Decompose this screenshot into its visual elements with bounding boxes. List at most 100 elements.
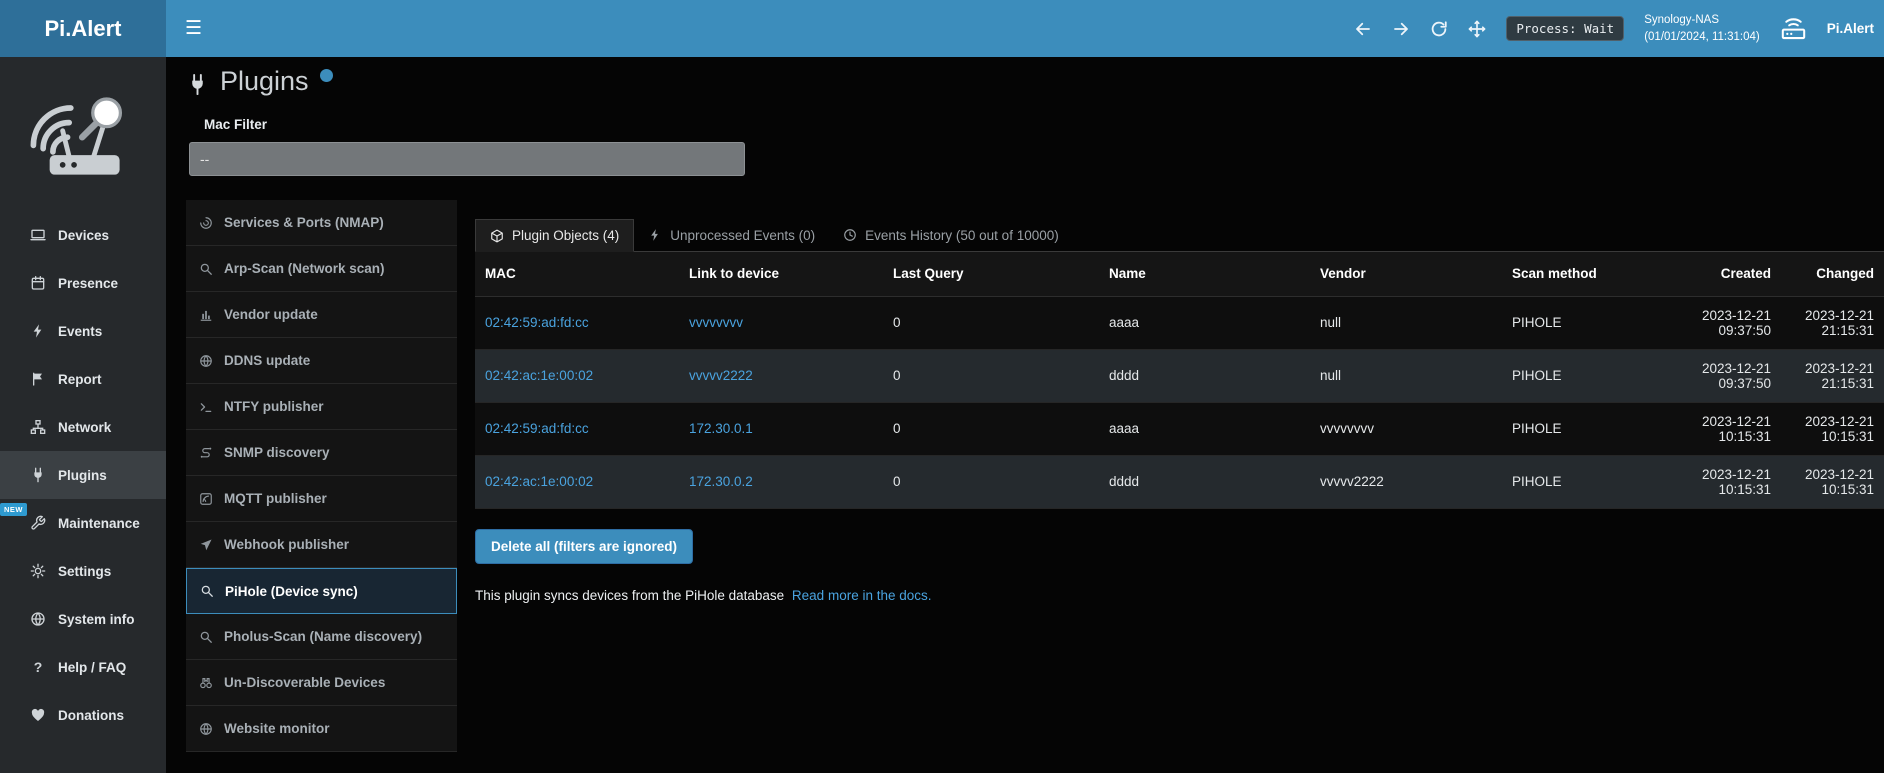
created-cell: 2023-12-21 09:37:50 bbox=[1681, 296, 1781, 349]
device-link-cell: vvvvvvvv bbox=[679, 296, 883, 349]
sidebar-item-help-faq[interactable]: ? Help / FAQ bbox=[0, 643, 166, 691]
plugin-nav-item-pihole[interactable]: PiHole (Device sync) bbox=[186, 568, 457, 614]
brand-logo[interactable]: Pi.Alert bbox=[0, 0, 166, 57]
delete-all-button[interactable]: Delete all (filters are ignored) bbox=[475, 529, 693, 564]
plugin-nav: Services & Ports (NMAP) Arp-Scan (Networ… bbox=[186, 200, 457, 752]
sidebar-item-label: Plugins bbox=[58, 468, 107, 483]
mac-link[interactable]: 02:42:59:ad:fd:cc bbox=[485, 421, 589, 436]
mac-link[interactable]: 02:42:ac:1e:00:02 bbox=[485, 368, 593, 383]
navbar-right-cluster: Process: Wait Synology-NAS (01/01/2024, … bbox=[1354, 0, 1874, 57]
plugin-nav-item-undiscoverable[interactable]: Un-Discoverable Devices bbox=[186, 660, 457, 706]
refresh-icon[interactable] bbox=[1430, 20, 1448, 38]
plugin-nav-item-website-monitor[interactable]: Website monitor bbox=[186, 706, 457, 752]
sidebar-toggle-icon[interactable]: ☰ bbox=[166, 0, 221, 57]
plugin-nav-item-vendor-update[interactable]: Vendor update bbox=[186, 292, 457, 338]
app-name-label: Pi.Alert bbox=[1827, 21, 1874, 36]
name-cell: dddd bbox=[1099, 455, 1310, 508]
plugin-nav-label: Vendor update bbox=[224, 307, 318, 322]
created-cell: 2023-12-21 10:15:31 bbox=[1681, 455, 1781, 508]
nas-name: Synology-NAS bbox=[1644, 12, 1760, 28]
plugin-nav-item-pholus[interactable]: Pholus-Scan (Name discovery) bbox=[186, 614, 457, 660]
sidebar-item-label: Maintenance bbox=[58, 516, 140, 531]
created-cell: 2023-12-21 10:15:31 bbox=[1681, 402, 1781, 455]
vendor-cell: null bbox=[1310, 296, 1502, 349]
col-header-link: Link to device bbox=[679, 252, 883, 296]
sidebar-item-label: Help / FAQ bbox=[58, 660, 126, 675]
sidebar-item-label: Report bbox=[58, 372, 102, 387]
help-badge-icon[interactable] bbox=[320, 69, 333, 82]
plugin-nav-label: Services & Ports (NMAP) bbox=[224, 215, 384, 230]
sidebar-item-devices[interactable]: Devices bbox=[0, 211, 166, 259]
device-link[interactable]: vvvvvvvv bbox=[689, 315, 743, 330]
router-magnifier-logo bbox=[0, 57, 166, 211]
device-link[interactable]: 172.30.0.1 bbox=[689, 421, 753, 436]
bolt-icon bbox=[30, 323, 46, 339]
sidebar-item-settings[interactable]: Settings bbox=[0, 547, 166, 595]
mac-cell: 02:42:ac:1e:00:02 bbox=[475, 455, 679, 508]
plugin-nav-item-ddns[interactable]: DDNS update bbox=[186, 338, 457, 384]
move-icon[interactable] bbox=[1468, 20, 1486, 38]
col-header-scan-method: Scan method bbox=[1502, 252, 1681, 296]
bolt-icon bbox=[648, 228, 662, 242]
sidebar-item-label: Presence bbox=[58, 276, 118, 291]
plug-icon bbox=[30, 467, 46, 483]
mac-link[interactable]: 02:42:ac:1e:00:02 bbox=[485, 474, 593, 489]
process-status-badge: Process: Wait bbox=[1506, 16, 1624, 41]
plugin-nav-label: Webhook publisher bbox=[224, 537, 349, 552]
tab-plugin-objects[interactable]: Plugin Objects (4) bbox=[475, 219, 634, 252]
sidebar-item-system-info[interactable]: System info bbox=[0, 595, 166, 643]
bar-chart-icon bbox=[199, 308, 213, 322]
plugin-nav-item-webhook[interactable]: Webhook publisher bbox=[186, 522, 457, 568]
plugin-nav-label: MQTT publisher bbox=[224, 491, 327, 506]
vendor-cell: vvvvv2222 bbox=[1310, 455, 1502, 508]
forward-arrow-icon[interactable] bbox=[1392, 20, 1410, 38]
plugin-nav-item-ntfy[interactable]: NTFY publisher bbox=[186, 384, 457, 430]
last-query-cell: 0 bbox=[883, 349, 1099, 402]
tab-events-history[interactable]: Events History (50 out of 10000) bbox=[829, 219, 1073, 251]
sidebar-item-network[interactable]: Network bbox=[0, 403, 166, 451]
laptop-icon bbox=[30, 227, 46, 243]
docs-link[interactable]: Read more in the docs. bbox=[792, 588, 932, 603]
scan-method-cell: PIHOLE bbox=[1502, 349, 1681, 402]
plugin-nav-label: Website monitor bbox=[224, 721, 330, 736]
sidebar-item-events[interactable]: Events bbox=[0, 307, 166, 355]
sidebar-item-label: System info bbox=[58, 612, 135, 627]
mac-filter-input[interactable] bbox=[189, 142, 745, 176]
plugin-nav-item-mqtt[interactable]: MQTT publisher bbox=[186, 476, 457, 522]
top-bar: Pi.Alert ☰ Process: Wait Synology-NAS bbox=[0, 0, 1884, 57]
sidebar-item-presence[interactable]: Presence bbox=[0, 259, 166, 307]
plugin-nav-item-snmp[interactable]: SNMP discovery bbox=[186, 430, 457, 476]
new-badge: NEW bbox=[0, 503, 27, 516]
plugin-panel: Plugin Objects (4) Unprocessed Events (0… bbox=[475, 219, 1884, 603]
sidebar-item-report[interactable]: Report bbox=[0, 355, 166, 403]
sidebar-item-donations[interactable]: Donations bbox=[0, 691, 166, 739]
sidebar-item-plugins[interactable]: Plugins bbox=[0, 451, 166, 499]
vendor-cell: vvvvvvvv bbox=[1310, 402, 1502, 455]
sidebar-menu: Devices Presence Events Report Network P… bbox=[0, 211, 166, 739]
table-row: 02:42:59:ad:fd:cc vvvvvvvv 0 aaaa null P… bbox=[475, 296, 1884, 349]
sidebar-item-label: Network bbox=[58, 420, 111, 435]
back-arrow-icon[interactable] bbox=[1354, 20, 1372, 38]
binoculars-icon bbox=[199, 676, 213, 690]
page-header: Plugins bbox=[186, 66, 333, 97]
plugin-nav-label: Pholus-Scan (Name discovery) bbox=[224, 629, 422, 644]
last-query-cell: 0 bbox=[883, 455, 1099, 508]
send-icon bbox=[199, 538, 213, 552]
tab-unprocessed-events[interactable]: Unprocessed Events (0) bbox=[634, 219, 829, 251]
scan-method-cell: PIHOLE bbox=[1502, 296, 1681, 349]
search-icon bbox=[199, 630, 213, 644]
plugin-nav-label: Arp-Scan (Network scan) bbox=[224, 261, 385, 276]
plugin-nav-item-arpscan[interactable]: Arp-Scan (Network scan) bbox=[186, 246, 457, 292]
sidebar-item-maintenance[interactable]: NEW Maintenance bbox=[0, 499, 166, 547]
nas-time: (01/01/2024, 11:31:04) bbox=[1644, 29, 1760, 45]
mac-cell: 02:42:59:ad:fd:cc bbox=[475, 402, 679, 455]
radar-icon bbox=[199, 216, 213, 230]
name-cell: aaaa bbox=[1099, 296, 1310, 349]
device-link[interactable]: vvvvv2222 bbox=[689, 368, 753, 383]
sidebar-item-label: Settings bbox=[58, 564, 111, 579]
mac-cell: 02:42:ac:1e:00:02 bbox=[475, 349, 679, 402]
mac-link[interactable]: 02:42:59:ad:fd:cc bbox=[485, 315, 589, 330]
sidebar-item-label: Events bbox=[58, 324, 102, 339]
device-link[interactable]: 172.30.0.2 bbox=[689, 474, 753, 489]
plugin-nav-item-nmap[interactable]: Services & Ports (NMAP) bbox=[186, 200, 457, 246]
